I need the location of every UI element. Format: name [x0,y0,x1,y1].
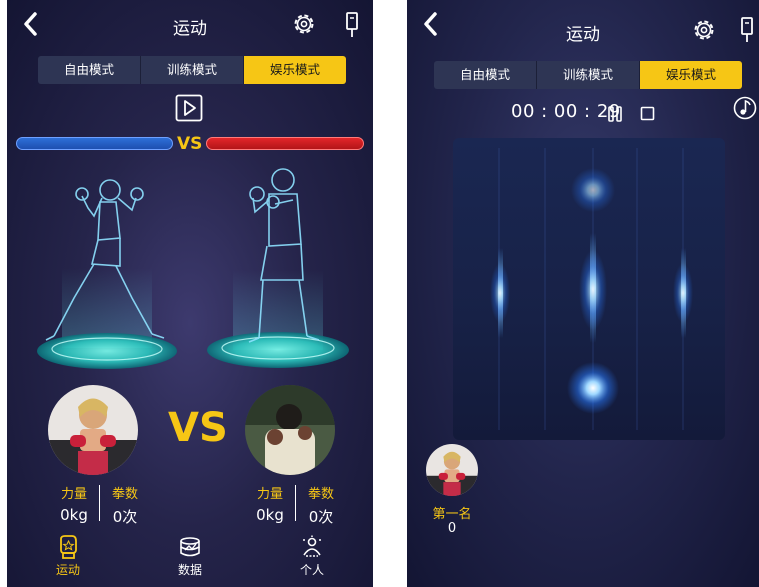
mode-tabs: 自由模式 训练模式 娱乐模式 [434,61,742,89]
punches-value: 0次 [112,508,138,526]
bottom-nav: 运动 数据 个人 [7,535,373,587]
stop-icon[interactable] [640,106,655,121]
nav-item-sport[interactable]: 运动 [38,535,98,578]
nav-item-profile[interactable]: 个人 [282,535,342,578]
punches-label: 拳数 [307,487,334,502]
pause-icon[interactable] [607,105,623,123]
ranking-photo [426,444,478,496]
gear-icon[interactable] [691,17,717,43]
nav-label-sport: 运动 [55,563,80,577]
right-screen: 运动 自由模式 训练模式 娱乐模式 00 : 00 : 29 第一名 0 [407,0,759,587]
tab-entertainment-mode[interactable]: 娱乐模式 [640,61,742,89]
nav-label-data: 数据 [177,563,202,577]
vs-big-label: VS [168,405,228,451]
ranking-score: 0 [447,521,457,536]
tab-entertainment-mode[interactable]: 娱乐模式 [244,56,346,84]
female-boxer-hologram [37,179,177,369]
player1-stats: 力量 0kg 拳数 0次 [49,483,149,526]
person-icon [303,535,321,557]
mode-tabs: 自由模式 训练模式 娱乐模式 [38,56,346,84]
male-boxer-hologram [207,168,349,368]
music-note-icon[interactable] [733,96,757,120]
page-title: 运动 [173,19,207,39]
strength-label: 力量 [256,487,283,502]
vs-small-label: VS [177,134,203,154]
timer-row: 00 : 00 : 29 [407,101,759,127]
player1-avatar[interactable] [48,385,138,475]
strength-value: 0kg [60,506,88,524]
player1-punches: 拳数 0次 [100,483,150,527]
player1-photo [48,385,138,475]
data-icon [180,537,200,557]
elapsed-timer: 00 : 00 : 29 [511,101,621,122]
punches-value: 0次 [308,508,334,526]
boxing-glove-icon [60,535,77,559]
top-bar: 运动 [407,0,759,50]
gear-icon[interactable] [291,11,317,37]
tab-free-mode[interactable]: 自由模式 [38,56,141,84]
target-lights [490,148,693,430]
tab-training-mode[interactable]: 训练模式 [141,56,244,84]
device-icon[interactable] [739,16,755,44]
ranking-label: 第一名 [432,507,472,522]
nav-item-data[interactable]: 数据 [160,535,220,578]
nav-label-profile: 个人 [299,563,324,577]
player2-avatar[interactable] [245,385,335,475]
player1-strength: 力量 0kg [49,483,99,524]
top-bar: 运动 [7,0,373,50]
player2-strength: 力量 0kg [245,483,295,524]
tab-training-mode[interactable]: 训练模式 [537,61,640,89]
game-stage[interactable] [453,138,725,440]
left-screen: 运动 自由模式 训练模式 娱乐模式 VS VS 力量 0kg 拳数 0次 力量 … [7,0,373,587]
punches-label: 拳数 [111,487,138,502]
strength-value: 0kg [256,506,284,524]
player2-photo [245,385,335,475]
device-icon[interactable] [344,11,360,39]
player2-energy-bar [206,137,364,150]
play-icon[interactable] [175,94,203,122]
player1-energy-bar [16,137,173,150]
player2-punches: 拳数 0次 [296,483,346,527]
ranking-avatar[interactable] [426,444,478,496]
tab-free-mode[interactable]: 自由模式 [434,61,537,89]
player2-stats: 力量 0kg 拳数 0次 [245,483,345,526]
strength-label: 力量 [60,487,87,502]
